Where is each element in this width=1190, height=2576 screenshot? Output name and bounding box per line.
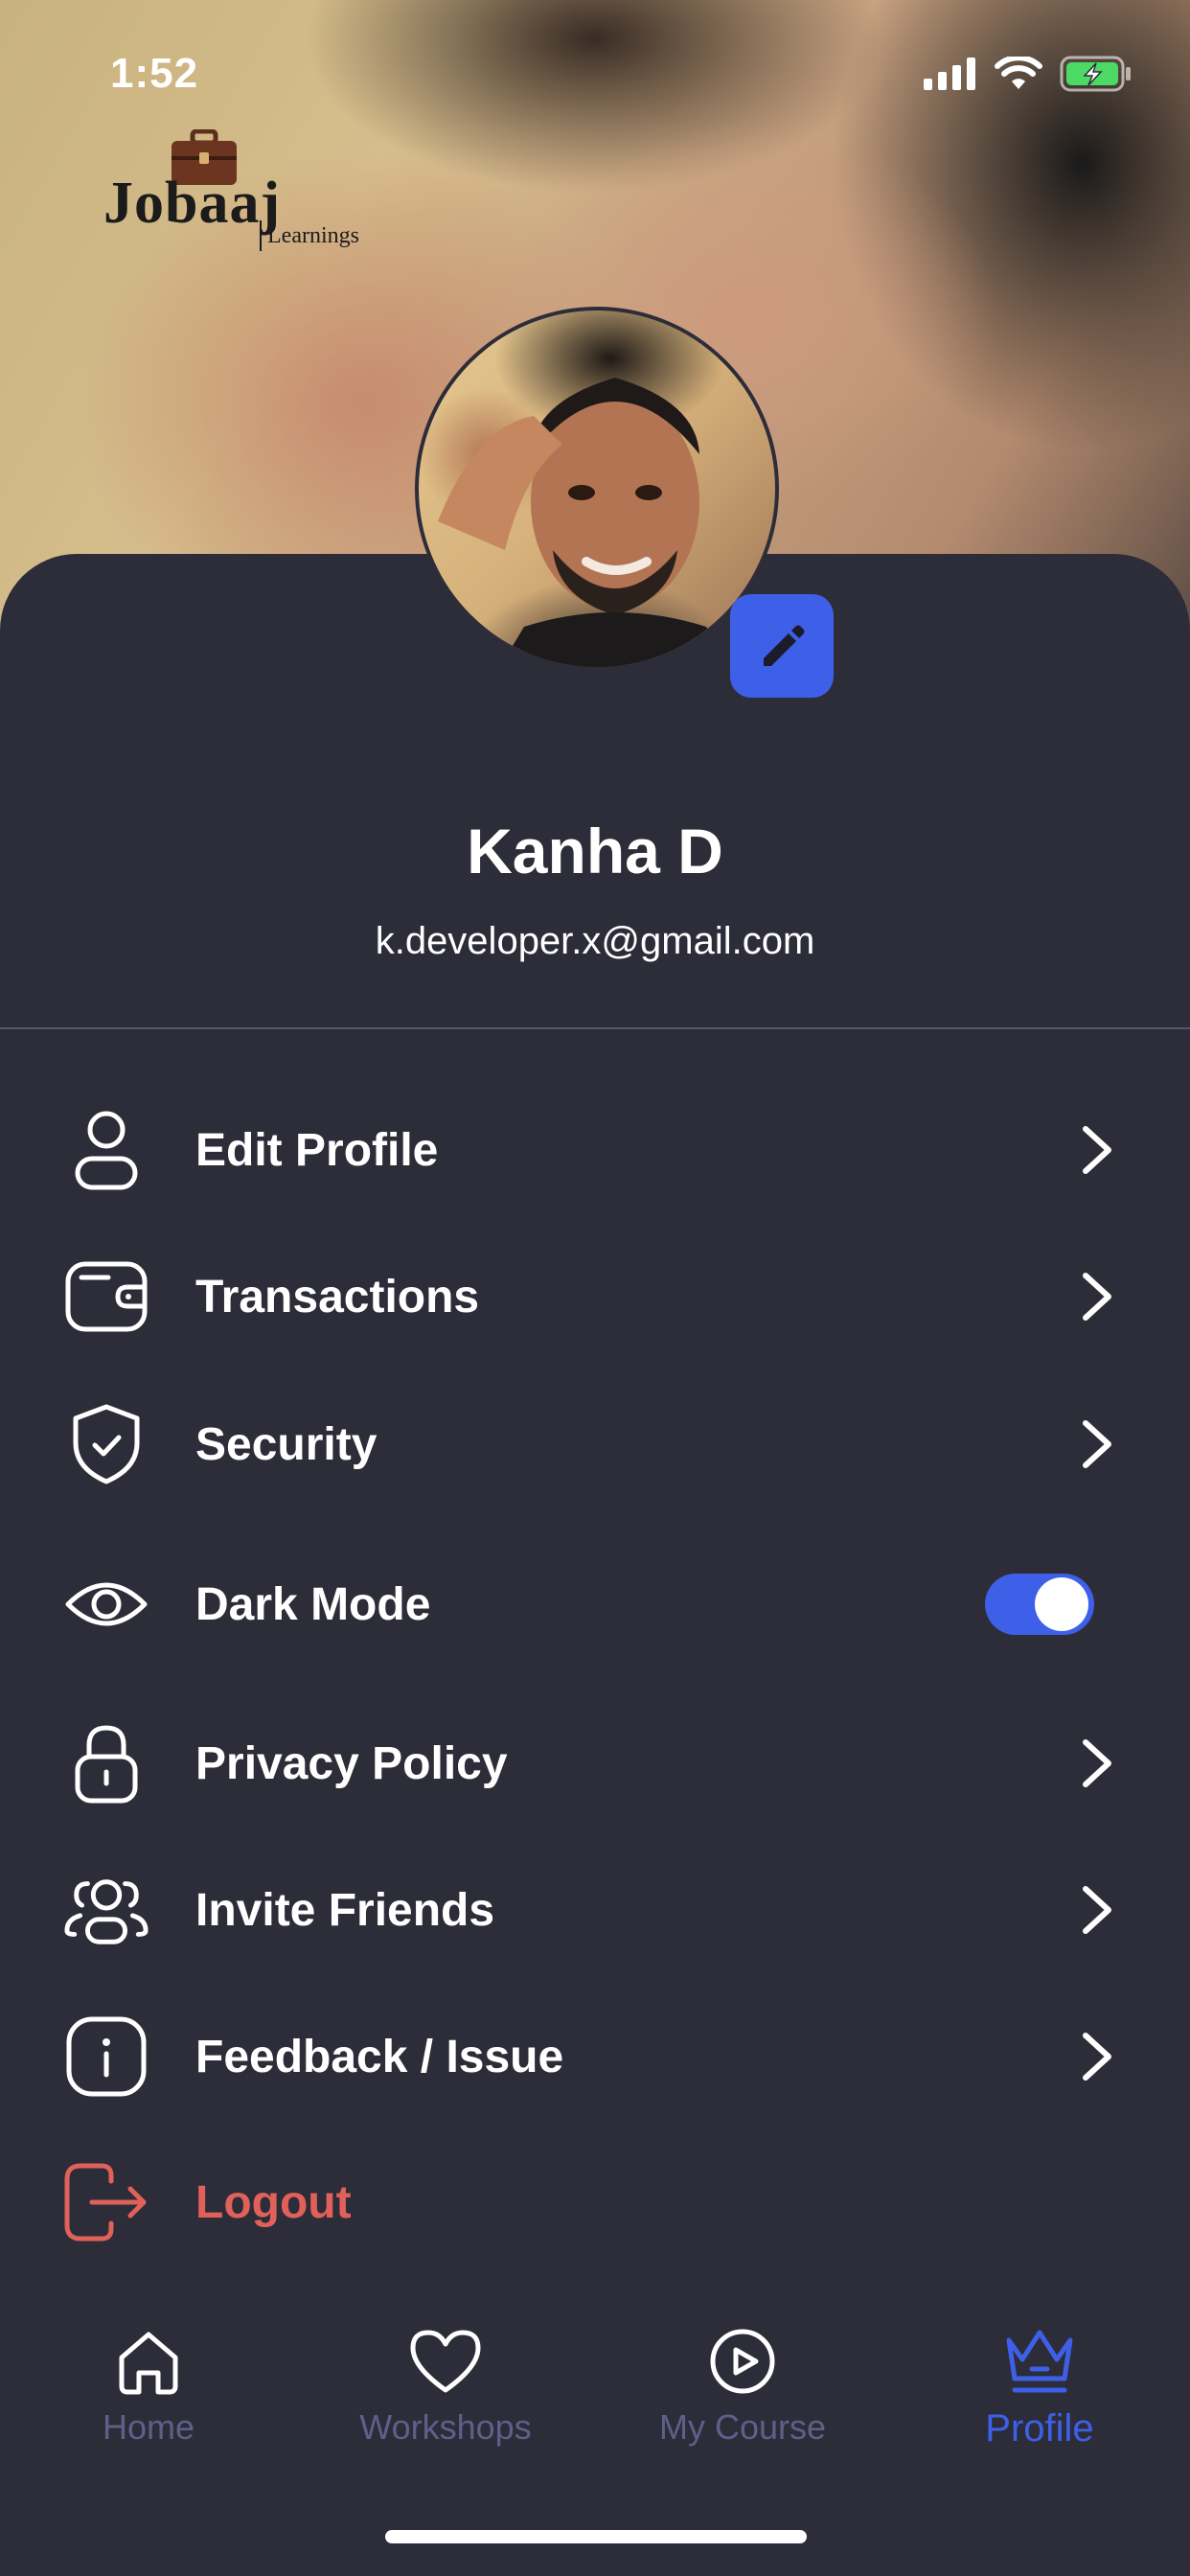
eye-icon bbox=[63, 1561, 149, 1647]
lock-icon bbox=[63, 1720, 149, 1806]
battery-charging-icon bbox=[1060, 56, 1131, 92]
menu-label-invite-friends: Invite Friends bbox=[195, 1884, 495, 1936]
dark-mode-toggle[interactable] bbox=[985, 1574, 1094, 1635]
chevron-right-icon bbox=[1073, 1881, 1121, 1939]
chevron-right-icon bbox=[1073, 1415, 1121, 1473]
user-name: Kanha D bbox=[467, 816, 723, 886]
nav-label-home: Home bbox=[102, 2407, 195, 2447]
user-email: k.developer.x@gmail.com bbox=[375, 920, 815, 962]
menu-item-security[interactable]: Security bbox=[0, 1387, 1190, 1502]
bottom-navigation: Home Workshops My Course Profile bbox=[0, 2300, 1190, 2492]
shield-check-icon bbox=[63, 1401, 149, 1487]
menu-label-privacy-policy: Privacy Policy bbox=[195, 1737, 508, 1789]
chevron-right-icon bbox=[1073, 2028, 1121, 2085]
logout-icon bbox=[63, 2159, 149, 2245]
menu-label-dark-mode: Dark Mode bbox=[195, 1578, 431, 1630]
menu-item-feedback[interactable]: Feedback / Issue bbox=[0, 1999, 1190, 2114]
nav-home[interactable]: Home bbox=[24, 2300, 273, 2463]
menu-label-logout: Logout bbox=[195, 2176, 352, 2228]
menu-item-dark-mode: Dark Mode bbox=[0, 1547, 1190, 1662]
menu-label-edit-profile: Edit Profile bbox=[195, 1124, 439, 1176]
divider bbox=[0, 1027, 1190, 1029]
home-indicator bbox=[385, 2530, 807, 2543]
menu-item-privacy-policy[interactable]: Privacy Policy bbox=[0, 1706, 1190, 1821]
heart-icon bbox=[407, 2323, 484, 2400]
menu-label-feedback: Feedback / Issue bbox=[195, 2031, 564, 2082]
avatar-photo bbox=[438, 378, 731, 667]
pencil-icon bbox=[764, 625, 805, 666]
play-circle-icon bbox=[704, 2323, 781, 2400]
toggle-knob bbox=[1035, 1577, 1088, 1631]
chevron-right-icon bbox=[1073, 1735, 1121, 1792]
chevron-right-icon bbox=[1073, 1121, 1121, 1179]
nav-profile[interactable]: Profile bbox=[915, 2300, 1164, 2463]
crown-icon bbox=[1001, 2323, 1078, 2400]
menu-item-edit-profile[interactable]: Edit Profile bbox=[0, 1092, 1190, 1208]
status-icons bbox=[924, 56, 1133, 92]
chevron-right-icon bbox=[1073, 1268, 1121, 1325]
nav-label-workshops: Workshops bbox=[359, 2407, 532, 2447]
menu-label-security: Security bbox=[195, 1418, 378, 1470]
menu-item-invite-friends[interactable]: Invite Friends bbox=[0, 1852, 1190, 1967]
nav-my-course[interactable]: My Course bbox=[618, 2300, 867, 2463]
menu-item-logout[interactable]: Logout bbox=[0, 2145, 1190, 2260]
wifi-icon bbox=[995, 57, 1042, 89]
nav-label-my-course: My Course bbox=[658, 2407, 827, 2447]
logo-text: Jobaaj bbox=[103, 171, 282, 236]
edit-avatar-button[interactable] bbox=[730, 594, 834, 698]
profile-screen: 1:52 Jobaaj Learnings Kanha D k.develope… bbox=[0, 0, 1190, 2576]
users-icon bbox=[63, 1867, 149, 1953]
logo-tagline: Learnings bbox=[260, 220, 359, 251]
info-icon bbox=[63, 2013, 149, 2100]
nav-workshops[interactable]: Workshops bbox=[321, 2300, 570, 2463]
home-icon bbox=[110, 2323, 187, 2400]
status-time: 1:52 bbox=[110, 50, 199, 97]
menu-label-transactions: Transactions bbox=[195, 1271, 480, 1322]
menu-item-transactions[interactable]: Transactions bbox=[0, 1239, 1190, 1354]
cellular-signal-icon bbox=[924, 58, 975, 90]
nav-label-profile: Profile bbox=[985, 2407, 1094, 2450]
user-icon bbox=[63, 1107, 149, 1193]
jobaaj-logo: Jobaaj Learnings bbox=[103, 129, 372, 254]
wallet-icon bbox=[63, 1254, 149, 1340]
profile-avatar[interactable] bbox=[415, 307, 779, 671]
